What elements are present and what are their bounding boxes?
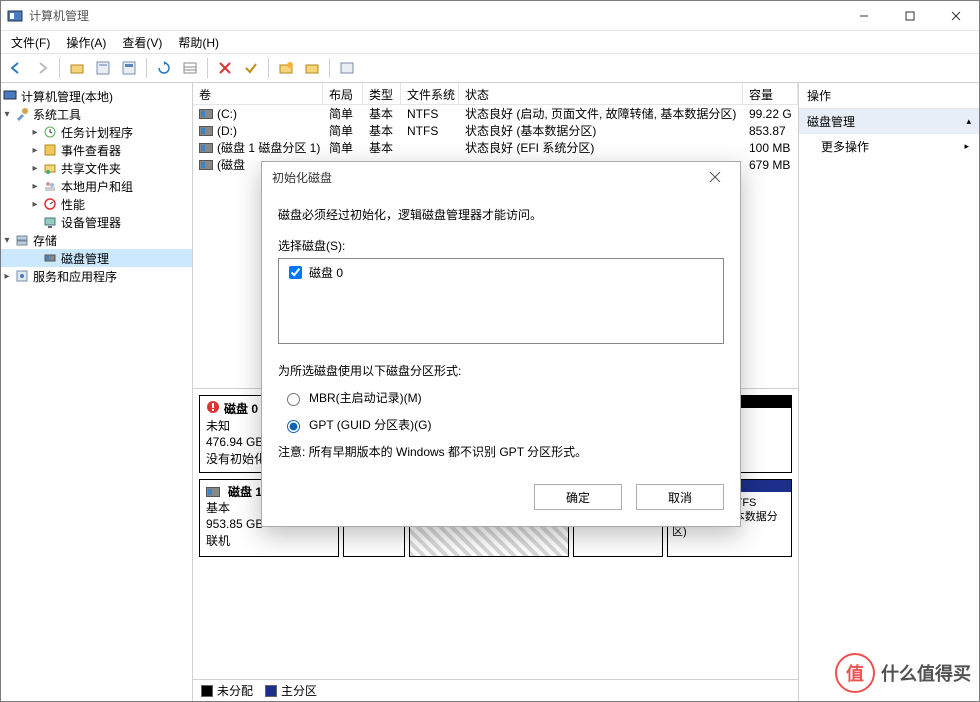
dialog-close-button[interactable]	[700, 162, 730, 192]
menu-help[interactable]: 帮助(H)	[172, 32, 225, 53]
chevron-right-icon[interactable]: ▸	[29, 126, 41, 138]
table-row[interactable]: (D:)简单基本NTFS状态良好 (基本数据分区)853.87	[193, 122, 798, 139]
toolbar	[1, 53, 979, 83]
disk-list-box[interactable]: 磁盘 0	[278, 258, 724, 344]
tools-icon	[14, 106, 30, 122]
actions-title[interactable]: 磁盘管理 ▴	[799, 109, 979, 134]
delete-icon[interactable]	[214, 57, 236, 79]
col-layout[interactable]: 布局	[323, 83, 363, 104]
menu-action[interactable]: 操作(A)	[60, 32, 112, 53]
col-fs[interactable]: 文件系统	[401, 83, 459, 104]
extra-button[interactable]	[336, 57, 358, 79]
tree-shared[interactable]: ▸ 共享文件夹	[1, 159, 192, 177]
chevron-right-icon[interactable]: ▸	[29, 180, 41, 192]
gpt-radio[interactable]	[287, 420, 300, 433]
menu-file[interactable]: 文件(F)	[5, 32, 56, 53]
select-disk-label: 选择磁盘(S):	[278, 237, 724, 254]
perf-icon	[42, 196, 58, 212]
table-row[interactable]: (磁盘 1 磁盘分区 1)简单基本状态良好 (EFI 系统分区)100 MB	[193, 139, 798, 156]
dialog-info: 磁盘必须经过初始化，逻辑磁盘管理器才能访问。	[278, 206, 724, 223]
disk-error-icon	[206, 400, 220, 418]
back-button[interactable]	[5, 57, 27, 79]
event-icon	[42, 142, 58, 158]
mbr-radio-row[interactable]: MBR(主启动记录)(M)	[282, 389, 720, 406]
tree-users[interactable]: ▸ 本地用户和组	[1, 177, 192, 195]
chevron-down-icon[interactable]: ▾	[1, 234, 13, 246]
disk-0-checkbox[interactable]	[289, 266, 302, 279]
tree-systools[interactable]: ▾ 系统工具	[1, 105, 192, 123]
window-title: 计算机管理	[29, 7, 841, 24]
tree-perf[interactable]: ▸ 性能	[1, 195, 192, 213]
check-icon[interactable]	[240, 57, 262, 79]
menu-view[interactable]: 查看(V)	[116, 32, 168, 53]
tree-scheduler[interactable]: ▸ 任务计划程序	[1, 123, 192, 141]
disk-0-checkbox-row[interactable]: 磁盘 0	[285, 263, 717, 282]
nav-tree[interactable]: 计算机管理(本地) ▾ 系统工具 ▸ 任务计划程序 ▸ 事件查看器 ▸ 共享文件…	[1, 83, 193, 701]
col-capacity[interactable]: 容量	[743, 83, 798, 104]
minimize-button[interactable]	[841, 1, 887, 30]
forward-button[interactable]	[31, 57, 53, 79]
actions-pane: 操作 磁盘管理 ▴ 更多操作 ▸	[799, 83, 979, 701]
maximize-button[interactable]	[887, 1, 933, 30]
cancel-button[interactable]: 取消	[636, 484, 724, 510]
chevron-right-icon[interactable]: ▸	[29, 162, 41, 174]
list-button[interactable]	[179, 57, 201, 79]
dialog-title: 初始化磁盘	[272, 169, 332, 186]
disk-icon	[206, 484, 224, 500]
tree-storage[interactable]: ▾ 存储	[1, 231, 192, 249]
tree-services[interactable]: ▸ 服务和应用程序	[1, 267, 192, 285]
clock-icon	[42, 124, 58, 140]
up-button[interactable]	[66, 57, 88, 79]
col-volume[interactable]: 卷	[193, 83, 323, 104]
computer-icon	[2, 88, 18, 104]
collapse-icon[interactable]: ▴	[966, 116, 971, 127]
services-icon	[14, 268, 30, 284]
storage-icon	[14, 232, 30, 248]
initialize-disk-dialog: 初始化磁盘 磁盘必须经过初始化，逻辑磁盘管理器才能访问。 选择磁盘(S): 磁盘…	[261, 161, 741, 527]
menu-bar: 文件(F) 操作(A) 查看(V) 帮助(H)	[1, 31, 979, 53]
open-folder-icon[interactable]	[301, 57, 323, 79]
col-type[interactable]: 类型	[363, 83, 401, 104]
chevron-down-icon[interactable]: ▾	[1, 108, 13, 120]
tree-root[interactable]: 计算机管理(本地)	[1, 87, 192, 105]
volume-list-header[interactable]: 卷 布局 类型 文件系统 状态 容量	[193, 83, 798, 105]
refresh-button[interactable]	[153, 57, 175, 79]
new-folder-icon[interactable]	[275, 57, 297, 79]
watermark-text: 什么值得买	[881, 660, 971, 686]
dialog-note: 注意: 所有早期版本的 Windows 都不识别 GPT 分区形式。	[278, 443, 724, 460]
filter-button[interactable]	[118, 57, 140, 79]
close-button[interactable]	[933, 1, 979, 30]
tree-eventviewer[interactable]: ▸ 事件查看器	[1, 141, 192, 159]
tree-diskmgmt[interactable]: 磁盘管理	[1, 249, 192, 267]
chevron-right-icon: ▸	[964, 141, 969, 152]
mbr-radio[interactable]	[287, 393, 300, 406]
prop-button[interactable]	[92, 57, 114, 79]
chevron-right-icon[interactable]: ▸	[29, 144, 41, 156]
actions-header: 操作	[799, 83, 979, 109]
watermark: 值 什么值得买	[835, 653, 971, 693]
actions-more[interactable]: 更多操作 ▸	[799, 134, 979, 159]
legend: 未分配 主分区	[193, 679, 798, 701]
table-row[interactable]: (C:)简单基本NTFS状态良好 (启动, 页面文件, 故障转储, 基本数据分区…	[193, 105, 798, 122]
partition-style-label: 为所选磁盘使用以下磁盘分区形式:	[278, 362, 724, 379]
gpt-radio-row[interactable]: GPT (GUID 分区表)(G)	[282, 416, 720, 433]
ok-button[interactable]: 确定	[534, 484, 622, 510]
title-bar: 计算机管理	[1, 1, 979, 31]
tree-devmgr[interactable]: 设备管理器	[1, 213, 192, 231]
chevron-right-icon[interactable]: ▸	[1, 270, 13, 282]
col-status[interactable]: 状态	[459, 83, 743, 104]
folder-shared-icon	[42, 160, 58, 176]
device-icon	[42, 214, 58, 230]
disk-icon	[42, 250, 58, 266]
app-icon	[7, 8, 23, 24]
chevron-right-icon[interactable]: ▸	[29, 198, 41, 210]
watermark-coin-icon: 值	[835, 653, 875, 693]
users-icon	[42, 178, 58, 194]
